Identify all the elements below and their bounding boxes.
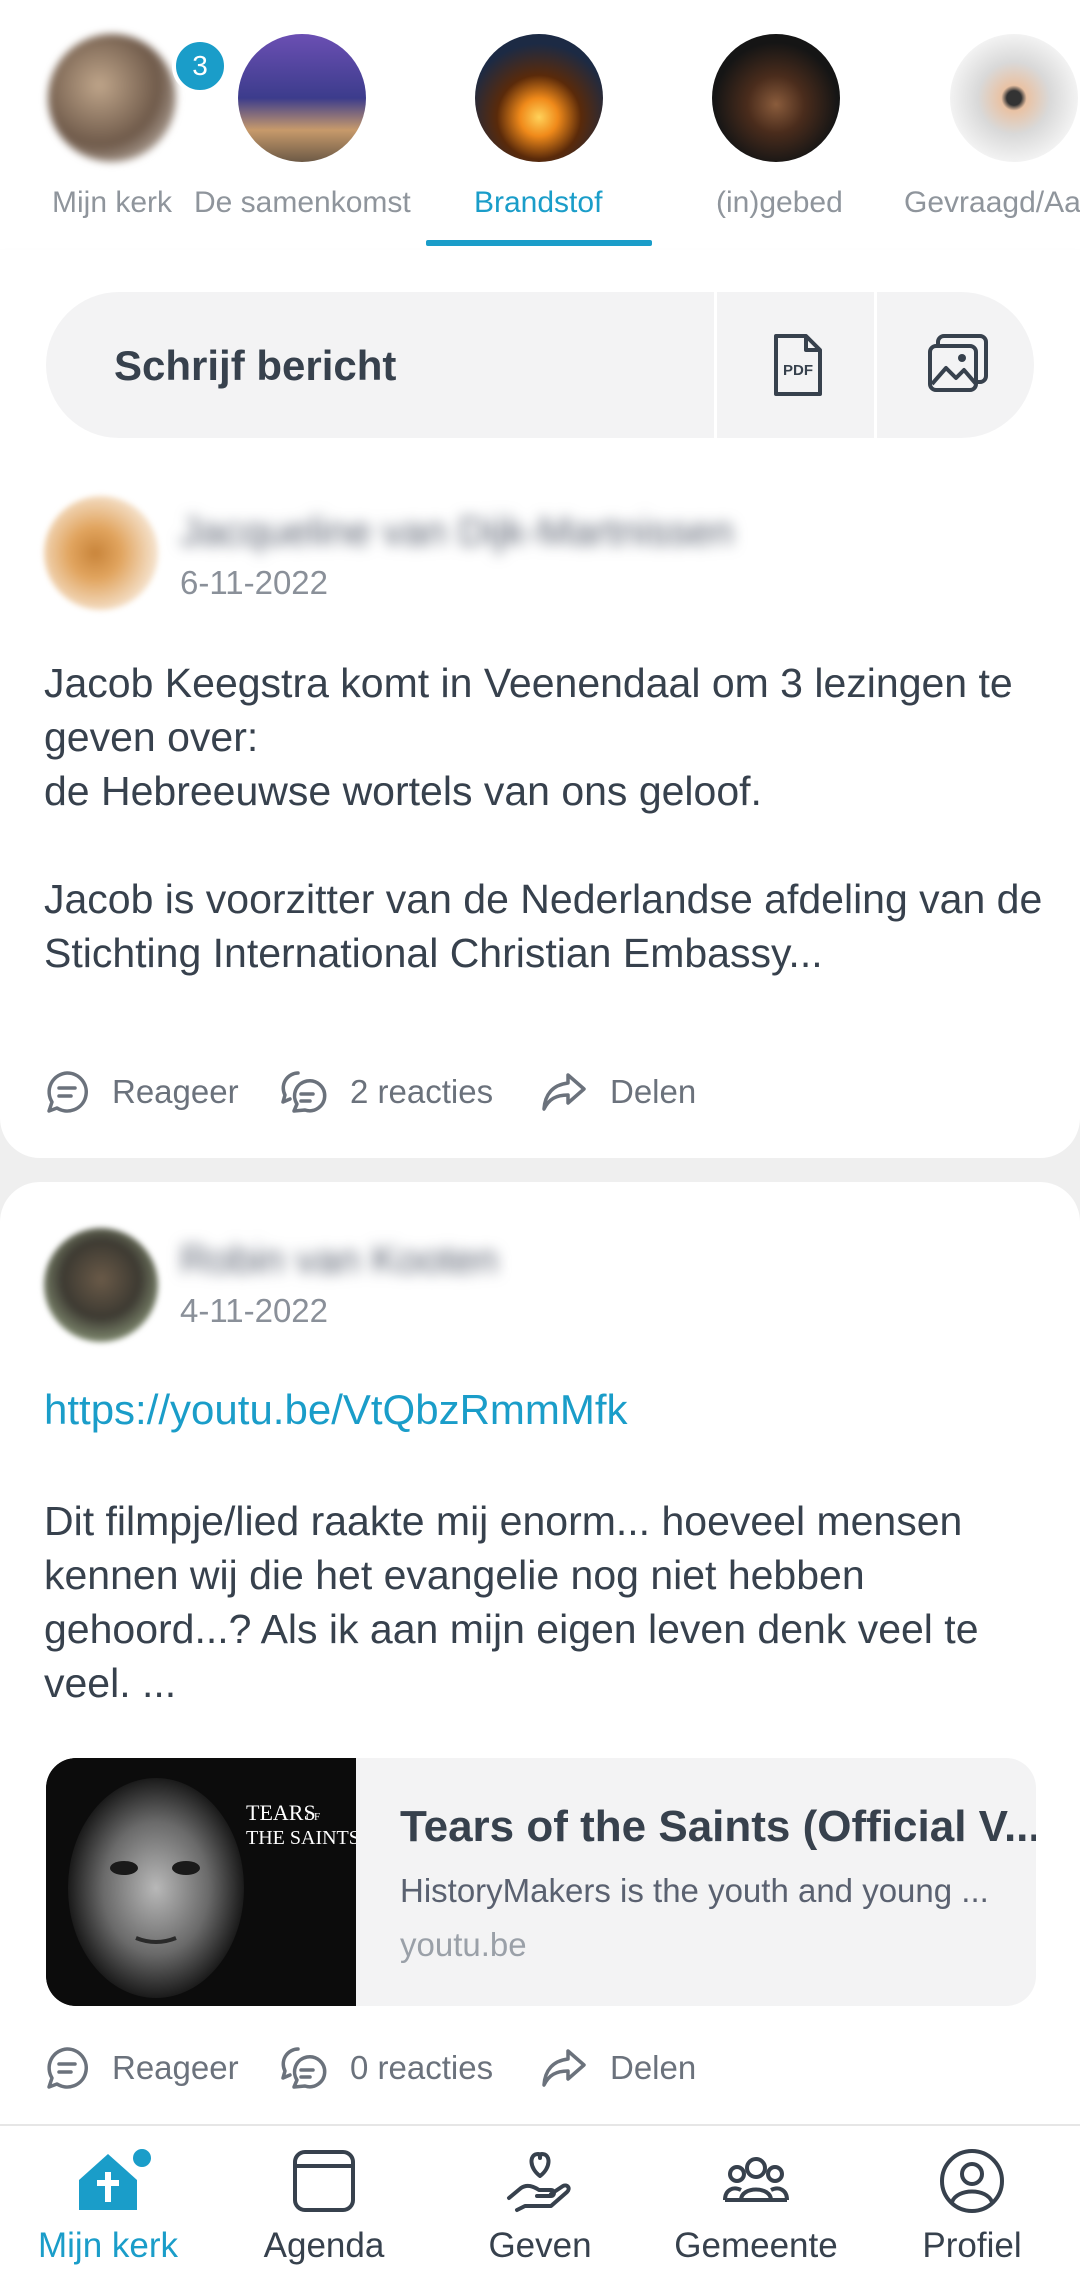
- preview-description: HistoryMakers is the youth and young ...: [400, 1872, 989, 1909]
- preview-title: Tears of the Saints (Official V...: [400, 1802, 1036, 1851]
- story-label: De samenkomst: [194, 186, 411, 219]
- story-avatar: [712, 34, 840, 162]
- tab-label: Agenda: [263, 2226, 385, 2265]
- chat-icon: [47, 1071, 88, 1113]
- reactions-button[interactable]: 2 reacties: [280, 1062, 493, 1122]
- share-button[interactable]: Delen: [540, 2038, 696, 2098]
- share-label: Delen: [610, 1073, 697, 1110]
- author-avatar[interactable]: [44, 496, 158, 610]
- tab-mijn-kerk[interactable]: Mijn kerk: [0, 2126, 216, 2286]
- tab-agenda[interactable]: Agenda: [216, 2126, 432, 2286]
- tab-profiel[interactable]: Profiel: [864, 2126, 1080, 2286]
- reply-label: Reageer: [112, 1073, 239, 1110]
- divider: [714, 292, 717, 438]
- story-avatar: [238, 34, 366, 162]
- post-card: Jacqueline van Dijk-Martnissen 6-11-2022…: [0, 482, 1080, 1158]
- tab-geven[interactable]: Geven: [432, 2126, 648, 2286]
- post-link[interactable]: https://youtu.be/VtQbzRmmMfk: [44, 1386, 628, 1434]
- tab-label: Profiel: [922, 2226, 1022, 2265]
- bottom-tab-bar: Mijn kerk Agenda Geven Gemeente Profiel: [0, 2124, 1080, 2286]
- story-mijn-kerk[interactable]: 3 Mijn kerk: [36, 0, 228, 250]
- reply-label: Reageer: [112, 2049, 239, 2086]
- composer-bar: Schrijf bericht PDF: [0, 250, 1080, 482]
- post-author[interactable]: Jacqueline van Dijk-Martnissen: [180, 510, 734, 555]
- share-icon: [542, 1073, 586, 1111]
- post-date: 4-11-2022: [180, 1292, 329, 1329]
- link-preview[interactable]: TEARS OF THE SAINTS Tears of the Saints …: [46, 1758, 1036, 2006]
- calendar-icon: [293, 2150, 355, 2212]
- active-tab-indicator: [426, 240, 652, 246]
- svg-text:THE SAINTS: THE SAINTS: [246, 1827, 356, 1849]
- story-de-samenkomst[interactable]: De samenkomst: [194, 0, 416, 250]
- write-message-button[interactable]: Schrijf bericht: [114, 342, 396, 390]
- svg-text:PDF: PDF: [783, 362, 813, 379]
- story-brandstof[interactable]: Brandstof: [426, 0, 652, 250]
- giving-hand-icon: [507, 2152, 571, 2212]
- post-actions: Reageer 2 reacties Delen: [44, 1062, 1044, 1122]
- comments-icon: [281, 1071, 327, 1113]
- tab-label: Geven: [488, 2226, 592, 2265]
- pdf-icon[interactable]: PDF: [762, 330, 832, 400]
- preview-thumbnail: TEARS OF THE SAINTS: [46, 1758, 356, 2006]
- community-icon: [723, 2157, 789, 2202]
- story-label: Mijn kerk: [52, 186, 173, 219]
- reply-button[interactable]: Reageer: [44, 2038, 239, 2098]
- author-avatar[interactable]: [44, 1228, 158, 1342]
- story-ingebed[interactable]: (in)gebed: [664, 0, 884, 250]
- divider: [874, 292, 877, 438]
- post-author[interactable]: Robin van Kooten: [180, 1238, 498, 1283]
- share-icon: [542, 2049, 586, 2087]
- story-label: Brandstof: [474, 186, 603, 219]
- notification-dot: [130, 2146, 154, 2170]
- post-date: 6-11-2022: [180, 564, 329, 601]
- story-avatar: [48, 34, 176, 162]
- story-label: Gevraagd/Aa: [904, 186, 1080, 219]
- image-icon[interactable]: [922, 330, 992, 400]
- post-text[interactable]: Jacob Keegstra komt in Veenendaal om 3 l…: [44, 656, 1044, 980]
- stories-row: 3 Mijn kerk De samenkomst Brandstof (in)…: [0, 0, 1080, 250]
- post-card: Robin van Kooten 4-11-2022 https://youtu…: [0, 1182, 1080, 2124]
- svg-text:OF: OF: [306, 1811, 320, 1823]
- composer: Schrijf bericht PDF: [46, 292, 1034, 438]
- reactions-label: 2 reacties: [350, 1073, 494, 1110]
- tab-label: Gemeente: [674, 2226, 838, 2265]
- share-button[interactable]: Delen: [540, 1062, 696, 1122]
- profile-icon: [940, 2149, 1004, 2213]
- post-text[interactable]: Dit filmpje/lied raakte mij enorm... hoe…: [44, 1494, 1044, 1710]
- story-label: (in)gebed: [716, 186, 843, 219]
- share-label: Delen: [610, 2049, 697, 2086]
- comments-icon: [281, 2047, 327, 2089]
- tab-gemeente[interactable]: Gemeente: [648, 2126, 864, 2286]
- chat-icon: [47, 2047, 88, 2089]
- post-actions: Reageer 0 reacties Delen: [44, 2038, 1044, 2098]
- story-avatar: [950, 34, 1078, 162]
- story-avatar: [475, 34, 603, 162]
- reply-button[interactable]: Reageer: [44, 1062, 239, 1122]
- reactions-label: 0 reacties: [350, 2049, 494, 2086]
- preview-domain: youtu.be: [400, 1926, 527, 1963]
- story-gevraagd[interactable]: Gevraagd/Aa: [898, 0, 1080, 250]
- reactions-button[interactable]: 0 reacties: [280, 2038, 493, 2098]
- tab-label: Mijn kerk: [37, 2226, 179, 2265]
